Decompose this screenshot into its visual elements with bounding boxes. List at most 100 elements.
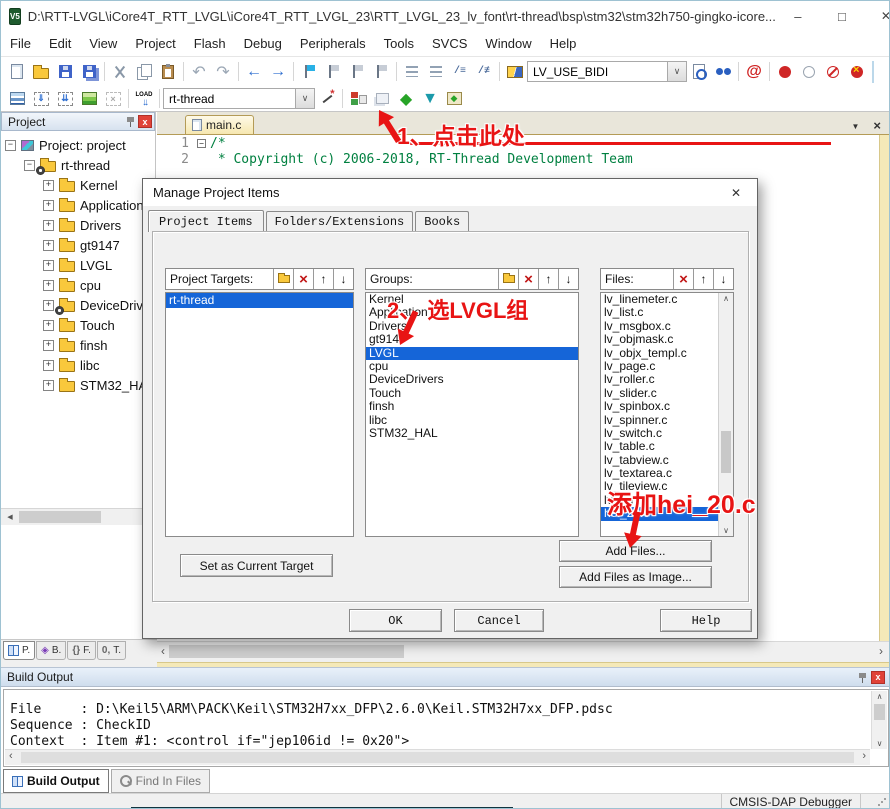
cancel-button[interactable]: Cancel (454, 609, 544, 632)
panel-close-icon[interactable]: x (138, 115, 152, 128)
save-all-button[interactable] (77, 61, 101, 83)
panel-close-icon[interactable]: x (871, 671, 885, 684)
unindent-button[interactable] (400, 61, 424, 83)
scrollbar-thumb[interactable] (721, 431, 731, 473)
build-output-content[interactable]: File : D:\Keil5\ARM\PACK\Keil\STM32H7xx_… (3, 689, 889, 767)
tab-build-output[interactable]: Build Output (3, 769, 109, 793)
file-list-item[interactable]: lv_tabview.c (601, 454, 718, 467)
open-file-button[interactable] (29, 61, 53, 83)
expand-icon[interactable]: + (43, 320, 54, 331)
tree-item-rt-thread[interactable]: −rt-thread (1, 155, 155, 175)
find-in-files-button[interactable] (687, 61, 711, 83)
scroll-down-icon[interactable] (719, 526, 733, 535)
move-group-down-button[interactable] (558, 269, 578, 289)
build-output-vscrollbar[interactable] (871, 691, 887, 749)
manage-rte-button[interactable] (394, 88, 418, 110)
group-list-item[interactable]: cpu (366, 360, 578, 373)
tab-folders-extensions[interactable]: Folders/Extensions (266, 211, 414, 231)
scroll-up-icon[interactable] (872, 692, 887, 701)
configure-words-button[interactable] (503, 61, 527, 83)
collapse-icon[interactable]: − (5, 140, 16, 151)
chevron-down-icon[interactable] (295, 89, 314, 108)
file-list-item[interactable]: lv_roller.c (601, 373, 718, 386)
add-files-as-image-button[interactable]: Add Files as Image... (559, 566, 712, 588)
expand-icon[interactable]: + (43, 200, 54, 211)
bookmark-next-button[interactable] (345, 61, 369, 83)
expand-icon[interactable]: + (43, 380, 54, 391)
build-output-hscrollbar[interactable] (5, 749, 870, 765)
chevron-down-icon[interactable] (667, 62, 686, 81)
new-group-button[interactable] (498, 269, 518, 289)
group-list-item[interactable]: libc (366, 414, 578, 427)
tab-find-in-files[interactable]: Find In Files (111, 769, 210, 793)
scroll-left-icon[interactable] (161, 644, 165, 658)
group-list-item[interactable]: STM32_HAL (366, 427, 578, 440)
menu-flash[interactable]: Flash (185, 33, 235, 54)
group-list-item[interactable]: finsh (366, 400, 578, 413)
tree-item-devicedrivers[interactable]: +DeviceDrivers (1, 295, 155, 315)
tab-books[interactable]: B. (36, 641, 66, 660)
bookmark-toggle-button[interactable] (297, 61, 321, 83)
file-list-item[interactable]: lv_list.c (601, 306, 718, 319)
redo-button[interactable] (211, 61, 235, 83)
ok-button[interactable]: OK (349, 609, 442, 632)
tree-item-project-project[interactable]: −Project: project (1, 135, 155, 155)
targets-list[interactable]: rt-thread (165, 292, 354, 537)
expand-icon[interactable]: + (43, 340, 54, 351)
tab-project[interactable]: P. (3, 641, 35, 660)
menu-window[interactable]: Window (476, 33, 540, 54)
file-list-item[interactable]: lv_table.c (601, 440, 718, 453)
scroll-right-icon[interactable] (879, 644, 883, 658)
file-list-item[interactable]: lv_linemeter.c (601, 293, 718, 306)
tree-item-stm32-hal[interactable]: +STM32_HAL (1, 375, 155, 395)
navigate-forward-button[interactable] (266, 61, 290, 83)
expand-icon[interactable]: + (43, 280, 54, 291)
set-current-target-button[interactable]: Set as Current Target (180, 554, 333, 577)
manage-project-items-button[interactable] (346, 88, 370, 110)
tree-item-libc[interactable]: +libc (1, 355, 155, 375)
close-document-icon[interactable] (873, 118, 881, 133)
new-target-button[interactable] (273, 269, 293, 289)
save-button[interactable] (53, 61, 77, 83)
select-packs-button[interactable] (418, 88, 442, 110)
tree-item-finsh[interactable]: +finsh (1, 335, 155, 355)
scroll-left-icon[interactable] (9, 750, 13, 762)
breakpoint-toggle-button[interactable] (773, 61, 797, 83)
scrollbar-thumb[interactable] (169, 645, 404, 658)
move-target-up-button[interactable] (313, 269, 333, 289)
file-list-item[interactable]: lv_slider.c (601, 387, 718, 400)
target-select-combo[interactable]: rt-thread (163, 88, 315, 109)
move-group-up-button[interactable] (538, 269, 558, 289)
indent-button[interactable] (424, 61, 448, 83)
navigate-back-button[interactable] (242, 61, 266, 83)
comment-button[interactable]: /≡ (448, 61, 472, 83)
paste-button[interactable] (156, 61, 180, 83)
menu-tools[interactable]: Tools (375, 33, 423, 54)
scroll-right-icon[interactable] (862, 750, 866, 762)
scroll-down-icon[interactable] (872, 739, 887, 748)
file-list-item[interactable]: lv_spinbox.c (601, 400, 718, 413)
menu-debug[interactable]: Debug (235, 33, 291, 54)
move-file-down-button[interactable] (713, 269, 733, 289)
scroll-left-icon[interactable] (3, 510, 17, 524)
uncomment-button[interactable]: /≢ (472, 61, 496, 83)
file-list-item[interactable]: lv_objmask.c (601, 333, 718, 346)
tab-books[interactable]: Books (415, 211, 469, 231)
file-list-item[interactable]: lv_objx_templ.c (601, 347, 718, 360)
breakpoint-disable-all-button[interactable] (845, 61, 869, 83)
expand-icon[interactable]: + (43, 260, 54, 271)
help-button[interactable]: Help (660, 609, 752, 632)
move-target-down-button[interactable] (333, 269, 353, 289)
editor-vscrollbar[interactable] (879, 135, 889, 641)
new-file-button[interactable] (5, 61, 29, 83)
fold-collapse-icon[interactable]: − (197, 139, 206, 148)
group-list-item[interactable]: DeviceDrivers (366, 373, 578, 386)
minimize-button[interactable] (776, 1, 820, 31)
scroll-up-icon[interactable] (719, 294, 733, 303)
bookmark-prev-button[interactable] (321, 61, 345, 83)
tree-item-gt9147[interactable]: +gt9147 (1, 235, 155, 255)
tree-item-kernel[interactable]: +Kernel (1, 175, 155, 195)
expand-icon[interactable]: + (43, 220, 54, 231)
menu-file[interactable]: File (1, 33, 40, 54)
rebuild-button[interactable]: ⇊ (53, 88, 77, 110)
